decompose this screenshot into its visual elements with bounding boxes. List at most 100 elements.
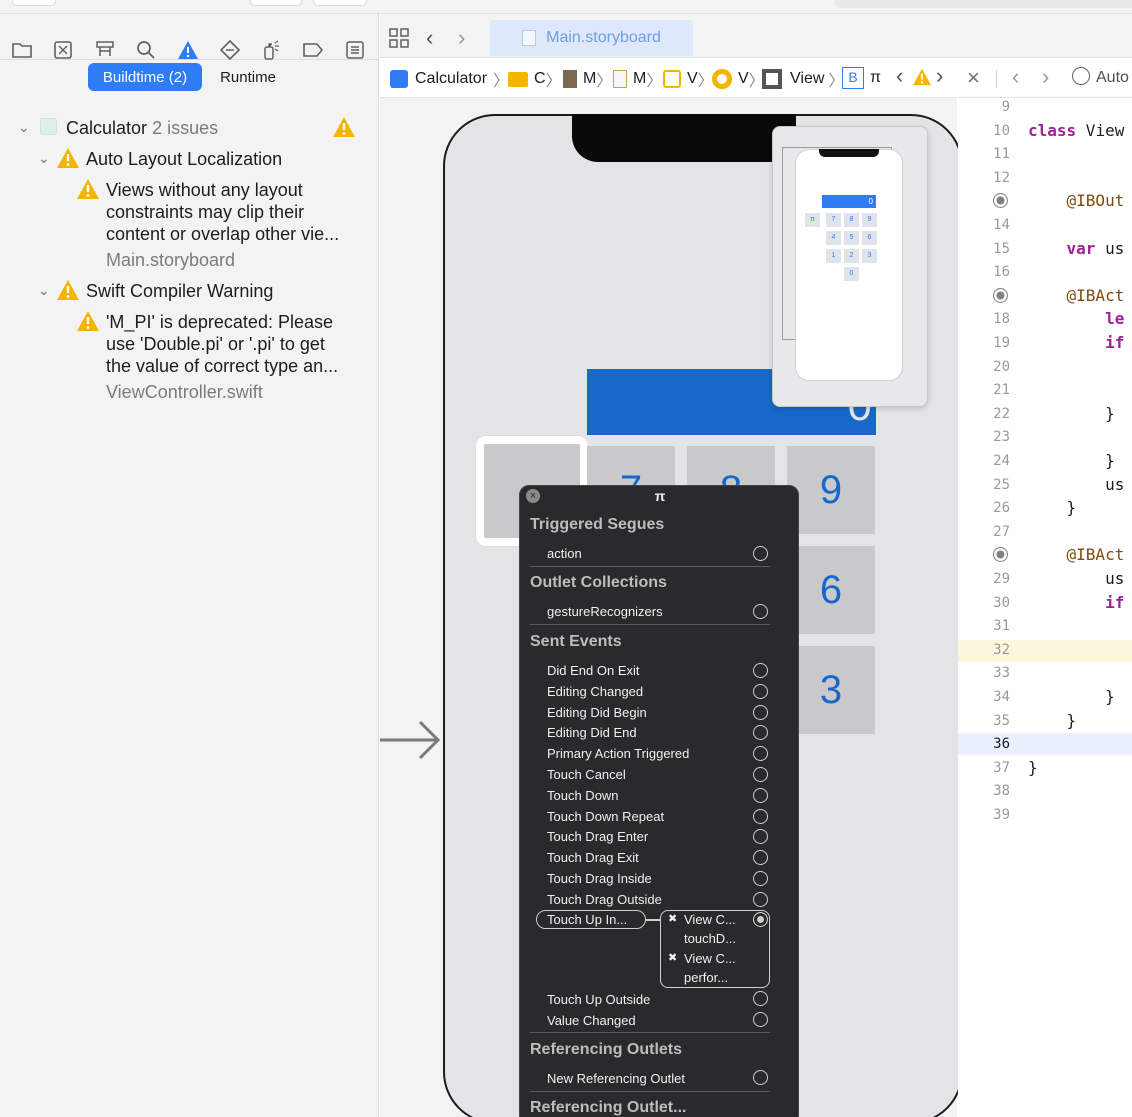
issue-file[interactable]: ViewController.swift [106, 381, 263, 403]
toolbar-button[interactable] [313, 0, 367, 6]
warning-icon[interactable] [912, 68, 932, 86]
connection-circle[interactable] [753, 704, 768, 720]
minimap-display: 0 [822, 195, 876, 208]
issue-line[interactable]: constraints may clip their [106, 201, 304, 223]
spray-icon[interactable] [259, 38, 283, 62]
jumpbar-item-button[interactable]: B π [842, 67, 881, 89]
connection-circle[interactable] [753, 683, 768, 699]
connection-circle[interactable] [753, 787, 768, 803]
code-line[interactable]: } [1028, 758, 1038, 777]
forward-chevron-icon[interactable]: › [1042, 64, 1049, 90]
issue-next-icon[interactable]: › [936, 63, 943, 89]
jumpbar-item-controller[interactable]: V 〉 [712, 67, 765, 91]
canvas-minimap[interactable]: 0 π7894561230 [772, 126, 928, 407]
jumpbar-item-scene[interactable]: V 〉 [663, 67, 714, 91]
x-square-icon[interactable] [51, 38, 75, 62]
code-line[interactable]: @IBAct [1028, 545, 1125, 564]
search-icon[interactable] [134, 38, 158, 62]
remove-connection-icon[interactable]: ✖ [668, 951, 677, 964]
line-number: 19 [993, 335, 1010, 351]
code-line[interactable]: @IBAct [1028, 286, 1125, 305]
code-line[interactable]: } [1028, 711, 1077, 730]
disclosure-chevron-icon[interactable]: ⌄ [18, 119, 30, 136]
window-button[interactable] [12, 0, 56, 6]
connection-circle[interactable] [753, 891, 768, 907]
calc-key-9[interactable]: 9 [787, 446, 875, 534]
hierarchy-icon[interactable] [93, 38, 117, 62]
issue-line[interactable]: 'M_PI' is deprecated: Please [106, 311, 333, 333]
toolbar-button[interactable] [250, 0, 302, 6]
code-line[interactable]: } [1028, 451, 1115, 470]
connection-circle-filled[interactable] [753, 912, 768, 927]
touch-up-inside-event[interactable]: Touch Up In... [536, 910, 646, 929]
code-line[interactable]: } [1028, 498, 1077, 517]
jumpbar-item-storyboard[interactable]: M 〉 [613, 67, 662, 91]
grid-icon[interactable] [387, 26, 411, 50]
project-row[interactable]: Calculator 2 issues [66, 117, 218, 139]
connection-circle[interactable] [753, 808, 768, 824]
code-line[interactable]: if [1028, 333, 1124, 352]
runtime-segment[interactable]: Runtime [206, 63, 290, 91]
folder-icon[interactable] [10, 38, 34, 62]
issue-line[interactable]: content or overlap other vie... [106, 223, 339, 245]
minimap-notch [819, 149, 879, 157]
issue-file[interactable]: Main.storyboard [106, 249, 235, 271]
issue-line[interactable]: use 'Double.pi' or '.pi' to get [106, 333, 325, 355]
outlet-connected-icon[interactable] [993, 193, 1008, 209]
jumpbar-item-file[interactable]: M 〉 [563, 67, 612, 91]
code-line[interactable]: var us [1028, 239, 1125, 258]
issue-line[interactable]: the value of correct type an... [106, 355, 338, 377]
divider [530, 1091, 770, 1092]
outlet-connected-icon[interactable] [993, 287, 1008, 303]
line-number: 27 [993, 523, 1010, 540]
remove-connection-icon[interactable]: ✖ [668, 912, 677, 925]
sent-event-item: Touch Drag Inside [547, 871, 652, 886]
code-line[interactable]: us [1028, 475, 1124, 494]
connection-circle[interactable] [753, 991, 768, 1006]
tab-main-storyboard[interactable]: Main.storyboard [490, 20, 693, 56]
automatic-selector[interactable]: Auto [1072, 67, 1129, 87]
code-line[interactable]: class View [1028, 121, 1124, 140]
calc-key-3[interactable]: 3 [787, 646, 875, 734]
back-chevron-icon[interactable]: ‹ [1012, 64, 1019, 90]
code-line[interactable]: if [1028, 593, 1124, 612]
warning-icon[interactable] [176, 38, 200, 62]
group-title[interactable]: Auto Layout Localization [86, 148, 282, 170]
issue-prev-icon[interactable]: ‹ [896, 63, 903, 89]
entry-point-arrow-icon[interactable] [380, 718, 444, 762]
list-icon[interactable] [343, 38, 367, 62]
connection-circle[interactable] [753, 767, 768, 782]
disclosure-chevron-icon[interactable]: ⌄ [38, 150, 50, 167]
minimap-key: 3 [862, 249, 877, 263]
connection-circle[interactable] [753, 604, 768, 619]
code-line[interactable]: le [1028, 309, 1124, 328]
code-line[interactable]: @IBOut [1028, 191, 1125, 210]
code-line[interactable]: } [1028, 687, 1115, 706]
connection-circle[interactable] [753, 663, 768, 678]
back-chevron-icon[interactable]: ‹ [426, 25, 433, 51]
file-icon [563, 70, 577, 88]
jumpbar-item-folder[interactable]: C 〉 [508, 67, 562, 91]
group-title[interactable]: Swift Compiler Warning [86, 280, 273, 302]
buildtime-segment[interactable]: Buildtime (2) [88, 63, 202, 91]
jumpbar-item-view[interactable]: View 〉 [762, 67, 844, 91]
outlet-connected-icon[interactable] [993, 547, 1008, 563]
diamond-icon[interactable] [218, 38, 242, 62]
connection-circle[interactable] [753, 546, 768, 561]
jumpbar-item-project[interactable]: Calculator 〉 [390, 67, 509, 91]
warning-icon [77, 311, 99, 331]
disclosure-chevron-icon[interactable]: ⌄ [38, 282, 50, 299]
forward-chevron-icon[interactable]: › [458, 25, 465, 51]
tag-icon[interactable] [301, 38, 325, 62]
code-line[interactable]: us [1028, 569, 1124, 588]
calc-key-6[interactable]: 6 [787, 546, 875, 634]
connection-circle[interactable] [753, 1012, 768, 1027]
connection-circle[interactable] [753, 871, 768, 886]
issue-line[interactable]: Views without any layout [106, 179, 303, 201]
code-line[interactable]: } [1028, 404, 1115, 423]
line-number: 24 [993, 453, 1010, 469]
connection-circle[interactable] [753, 1070, 768, 1085]
close-icon[interactable]: × [967, 65, 980, 91]
line-number: 10 [993, 122, 1010, 139]
event-label: Touch Up In... [547, 912, 628, 927]
